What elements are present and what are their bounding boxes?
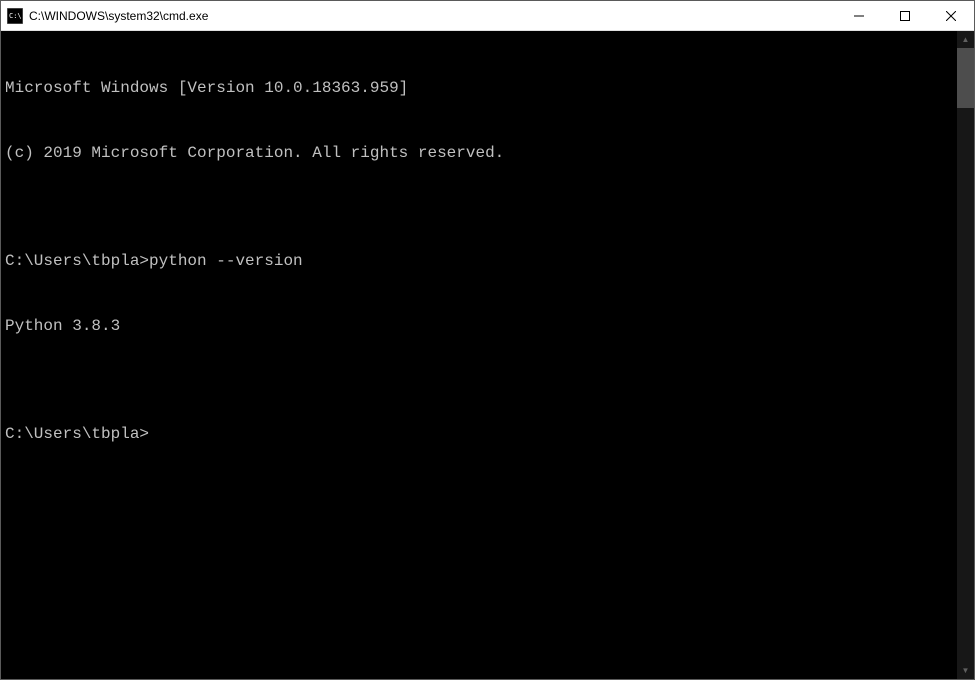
terminal-content[interactable]: Microsoft Windows [Version 10.0.18363.95… xyxy=(1,31,957,679)
scroll-up-arrow-icon[interactable]: ▲ xyxy=(957,31,974,48)
scroll-down-arrow-icon[interactable]: ▼ xyxy=(957,662,974,679)
terminal-line: (c) 2019 Microsoft Corporation. All righ… xyxy=(5,143,953,165)
minimize-button[interactable] xyxy=(836,1,882,30)
terminal-line: C:\Users\tbpla> xyxy=(5,424,953,446)
vertical-scrollbar[interactable]: ▲ ▼ xyxy=(957,31,974,679)
cmd-icon: C:\ xyxy=(7,8,23,24)
terminal-area: Microsoft Windows [Version 10.0.18363.95… xyxy=(1,31,974,679)
terminal-line: C:\Users\tbpla>python --version xyxy=(5,251,953,273)
cmd-window: C:\ C:\WINDOWS\system32\cmd.exe Microsof… xyxy=(0,0,975,680)
scroll-thumb[interactable] xyxy=(957,48,974,108)
maximize-button[interactable] xyxy=(882,1,928,30)
close-button[interactable] xyxy=(928,1,974,30)
terminal-line: Python 3.8.3 xyxy=(5,316,953,338)
window-controls xyxy=(836,1,974,30)
svg-text:C:\: C:\ xyxy=(9,12,22,20)
window-title: C:\WINDOWS\system32\cmd.exe xyxy=(29,9,836,23)
titlebar[interactable]: C:\ C:\WINDOWS\system32\cmd.exe xyxy=(1,1,974,31)
terminal-line: Microsoft Windows [Version 10.0.18363.95… xyxy=(5,78,953,100)
